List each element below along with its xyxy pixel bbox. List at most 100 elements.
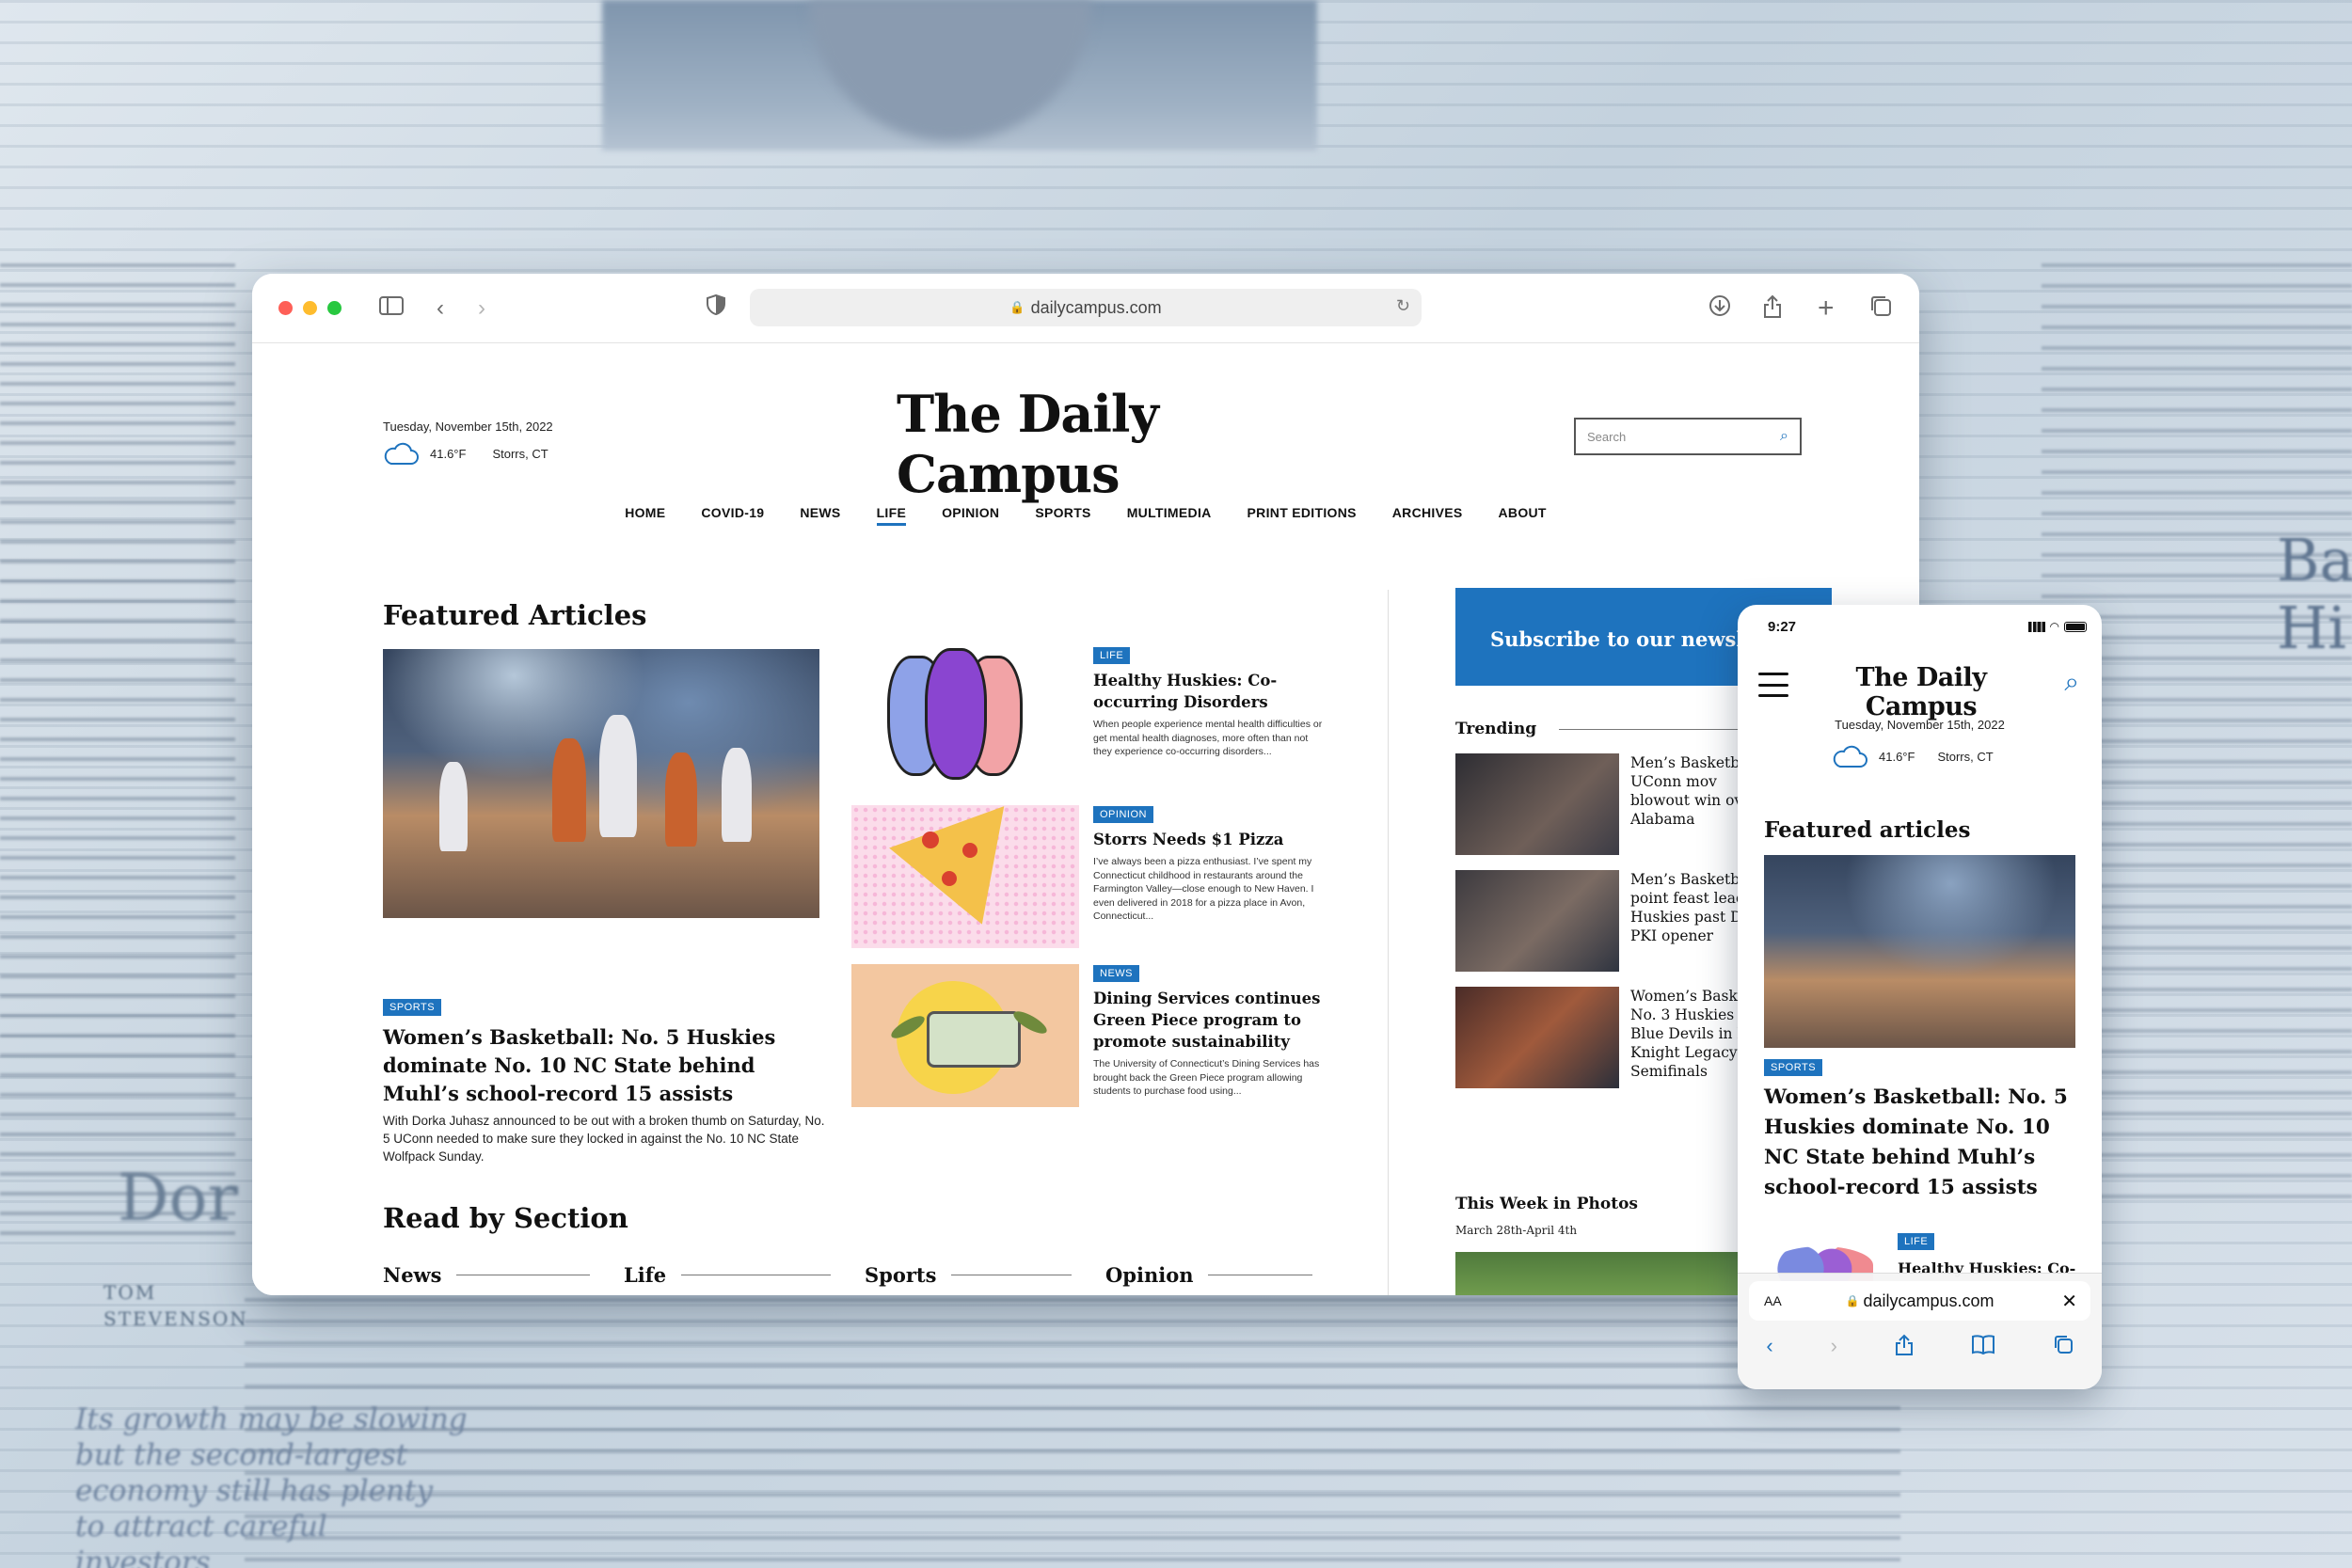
browser-toolbar: ‹ › 🔒 dailycampus.com ↻ + <box>252 274 1919 343</box>
address-url: dailycampus.com <box>1030 297 1162 317</box>
section-news[interactable]: News <box>383 1263 590 1295</box>
nav-news[interactable]: NEWS <box>800 505 840 526</box>
hamburger-menu-icon[interactable] <box>1758 673 1788 697</box>
site-logo[interactable]: The Daily Campus <box>897 384 1282 504</box>
trending-item-image[interactable] <box>1455 987 1619 1088</box>
section-sports[interactable]: Sports <box>865 1263 1072 1295</box>
mobile-article-tag[interactable]: SPORTS <box>1764 1059 1823 1076</box>
background-text-column-bottom <box>245 1298 1900 1568</box>
text-size-button[interactable]: AA <box>1764 1293 1782 1308</box>
nav-sports[interactable]: SPORTS <box>1035 505 1090 526</box>
lock-icon: 🔒 <box>1009 300 1025 314</box>
search-placeholder: Search <box>1587 429 1627 444</box>
mobile-close-icon[interactable]: ✕ <box>2061 1290 2077 1313</box>
share-icon[interactable] <box>1762 294 1783 326</box>
side-article-1-image[interactable] <box>851 646 1079 789</box>
mobile-phone-screen: 9:27 ◠ The Daily Campus ⌕ Tuesday, Novem… <box>1738 605 2102 1389</box>
mobile-search-icon[interactable]: ⌕ <box>2064 667 2079 698</box>
trending-heading-label: Trending <box>1455 720 1537 738</box>
mobile-date: Tuesday, November 15th, 2022 <box>1835 718 2005 732</box>
nav-multimedia[interactable]: MULTIMEDIA <box>1127 505 1212 526</box>
battery-icon <box>2064 621 2087 632</box>
side-article-2-excerpt: I’ve always been a pizza enthusiast. I’v… <box>1093 856 1314 922</box>
desktop-browser-window: ‹ › 🔒 dailycampus.com ↻ + Tuesday, Novem… <box>252 274 1919 1295</box>
main-article-tag[interactable]: SPORTS <box>383 999 442 1016</box>
forward-icon[interactable]: › <box>478 294 485 323</box>
mobile-article-title[interactable]: Women’s Basketball: No. 5 Huskies domina… <box>1764 1083 2079 1203</box>
search-input[interactable]: Search ⌕ <box>1574 418 1802 455</box>
side-article-1[interactable]: LIFE Healthy Huskies: Co-occurring Disor… <box>851 646 1327 789</box>
nav-home[interactable]: HOME <box>625 505 665 526</box>
side-article-3-excerpt: The University of Connecticut’s Dining S… <box>1093 1058 1320 1097</box>
photos-image[interactable] <box>1455 1252 1747 1295</box>
side-article-1-title[interactable]: Healthy Huskies: Co-occurring Disorders <box>1093 670 1328 713</box>
sidebar-icon[interactable] <box>379 294 404 323</box>
minimize-window-button[interactable] <box>303 301 317 315</box>
city: Storrs, CT <box>492 446 548 461</box>
mobile-next-article-tag[interactable]: LIFE <box>1898 1233 1935 1250</box>
address-bar[interactable]: 🔒 dailycampus.com ↻ <box>750 289 1422 326</box>
side-article-2-title[interactable]: Storrs Needs $1 Pizza <box>1093 829 1328 850</box>
read-by-section-heading: Read by Section <box>383 1202 628 1234</box>
download-icon[interactable] <box>1708 294 1731 325</box>
wifi-icon: ◠ <box>2049 620 2059 633</box>
mobile-temperature: 41.6°F <box>1879 749 1915 764</box>
signal-icon <box>2027 621 2045 632</box>
nav-about[interactable]: ABOUT <box>1499 505 1547 526</box>
close-window-button[interactable] <box>278 301 293 315</box>
background-pull-quote: Its growth may be slowing but the second… <box>75 1402 468 1568</box>
side-article-3-tag[interactable]: NEWS <box>1093 965 1139 982</box>
section-life[interactable]: Life <box>624 1263 831 1295</box>
main-article-title[interactable]: Women’s Basketball: No. 5 Huskies domina… <box>383 1023 825 1108</box>
trending-item-image[interactable] <box>1455 870 1619 972</box>
mobile-next-article[interactable]: LIFE Healthy Huskies: Co- <box>1764 1233 2079 1284</box>
reload-icon[interactable]: ↻ <box>1396 296 1410 316</box>
side-article-2-tag[interactable]: OPINION <box>1093 806 1153 823</box>
mobile-tabs-icon[interactable] <box>2053 1334 2074 1362</box>
side-article-3[interactable]: NEWS Dining Services continues Green Pie… <box>851 964 1327 1107</box>
mobile-city: Storrs, CT <box>1937 749 1994 764</box>
mobile-back-icon[interactable]: ‹ <box>1766 1334 1772 1362</box>
tabs-icon[interactable] <box>1869 294 1892 325</box>
nav-covid-19[interactable]: COVID-19 <box>701 505 764 526</box>
side-article-3-title[interactable]: Dining Services continues Green Piece pr… <box>1093 988 1328 1053</box>
cloud-icon <box>383 441 419 466</box>
side-article-1-tag[interactable]: LIFE <box>1093 647 1131 664</box>
main-article-image[interactable] <box>383 649 819 918</box>
side-article-2-image[interactable] <box>851 805 1079 948</box>
mobile-site-logo[interactable]: The Daily Campus <box>1818 663 2025 721</box>
shield-icon[interactable] <box>707 293 725 323</box>
mobile-featured-heading: Featured articles <box>1764 817 1971 843</box>
mobile-browser-bar: AA 🔒 dailycampus.com ✕ ‹ › <box>1738 1273 2102 1389</box>
mobile-toolbar: ‹ › <box>1738 1334 2102 1362</box>
back-icon[interactable]: ‹ <box>437 294 444 323</box>
mobile-address-bar[interactable]: AA 🔒 dailycampus.com ✕ <box>1749 1281 2090 1321</box>
nav-print-editions[interactable]: PRINT EDITIONS <box>1248 505 1357 526</box>
side-article-2[interactable]: OPINION Storrs Needs $1 Pizza I’ve alway… <box>851 805 1327 948</box>
status-time: 9:27 <box>1768 619 1797 635</box>
side-article-3-image[interactable] <box>851 964 1079 1107</box>
mobile-forward-icon[interactable]: › <box>1831 1334 1837 1362</box>
background-text-column-left <box>0 263 235 1251</box>
mobile-main-article-image[interactable] <box>1764 855 2075 1048</box>
section-opinion[interactable]: Opinion <box>1105 1263 1312 1295</box>
temperature: 41.6°F <box>430 446 467 461</box>
mobile-weather: 41.6°F Storrs, CT <box>1832 744 1994 768</box>
mobile-share-icon[interactable] <box>1895 1334 1914 1362</box>
nav-opinion[interactable]: OPINION <box>942 505 999 526</box>
new-tab-icon[interactable]: + <box>1818 294 1835 323</box>
status-icons: ◠ <box>2027 620 2087 633</box>
maximize-window-button[interactable] <box>327 301 342 315</box>
section-sports-label[interactable]: Sports <box>865 1263 936 1287</box>
main-nav: HOME COVID-19 NEWS LIFE OPINION SPORTS M… <box>252 505 1919 526</box>
nav-life[interactable]: LIFE <box>876 505 907 526</box>
window-controls <box>278 301 342 315</box>
header-date: Tuesday, November 15th, 2022 <box>383 420 553 434</box>
trending-item-image[interactable] <box>1455 753 1619 855</box>
search-icon[interactable]: ⌕ <box>1780 428 1788 445</box>
mobile-bookmarks-icon[interactable] <box>1971 1334 1995 1362</box>
section-news-label[interactable]: News <box>383 1263 441 1287</box>
nav-archives[interactable]: ARCHIVES <box>1392 505 1463 526</box>
section-opinion-label[interactable]: Opinion <box>1105 1263 1193 1287</box>
section-life-label[interactable]: Life <box>624 1263 666 1287</box>
